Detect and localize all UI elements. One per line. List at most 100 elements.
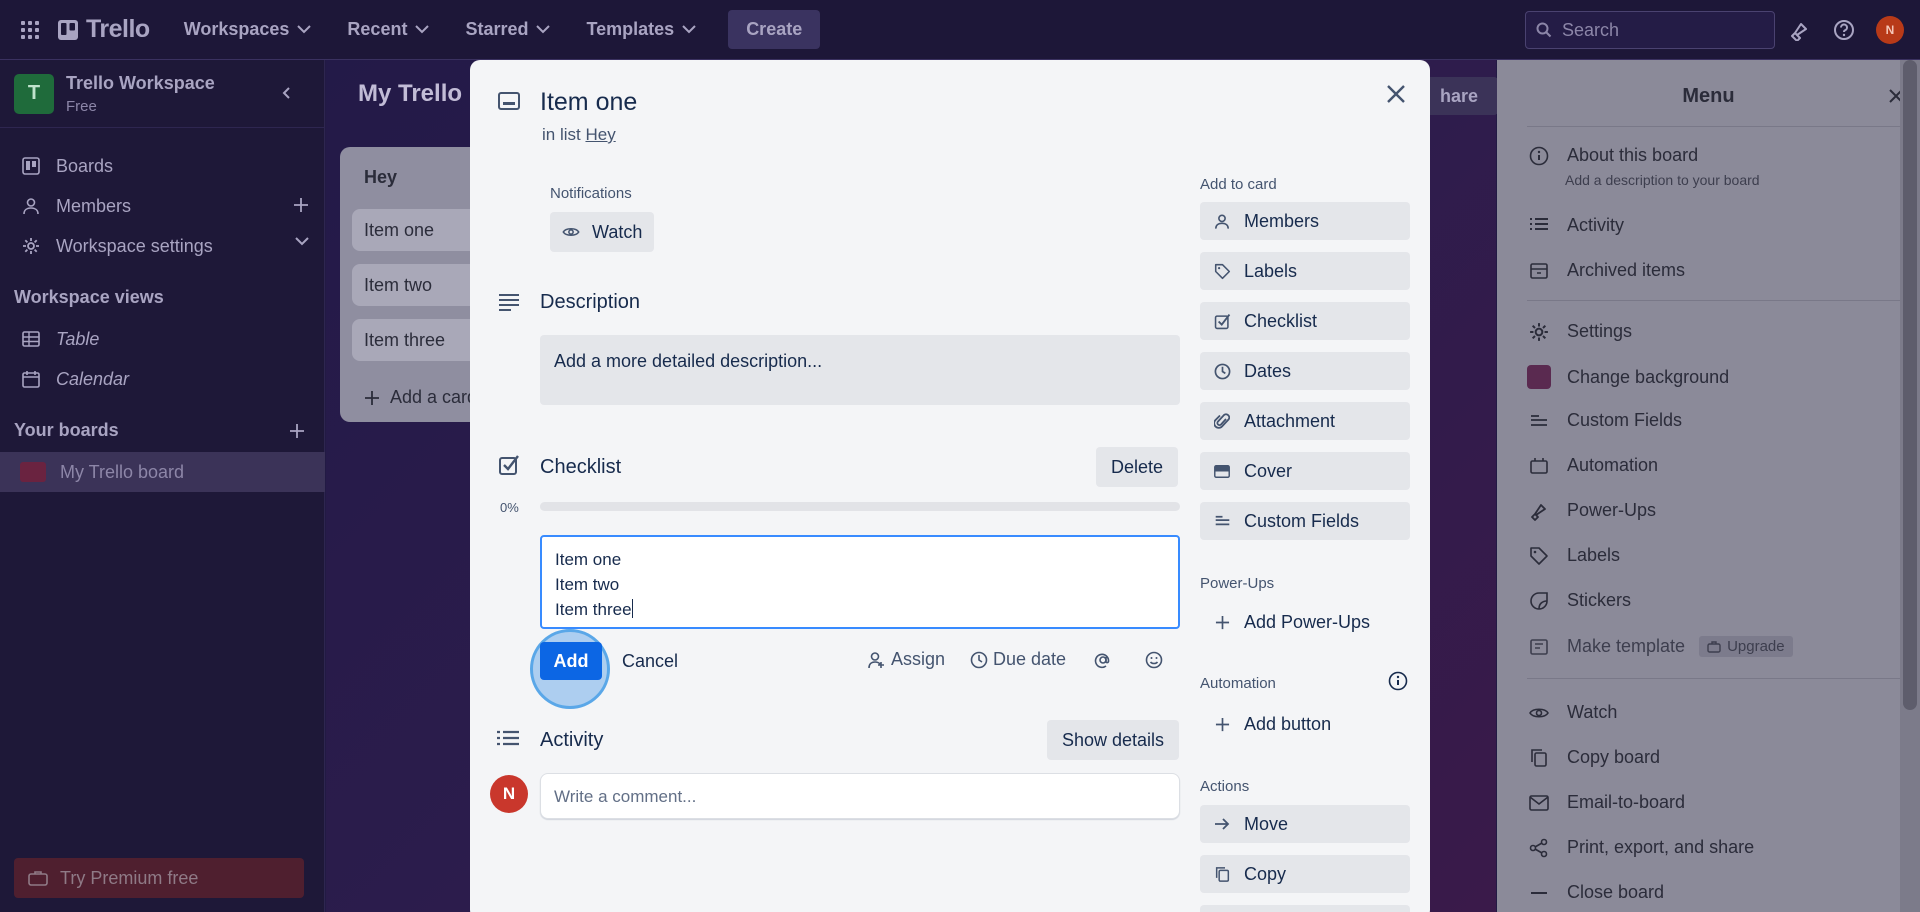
menu-item-power-ups[interactable]: Power-Ups [1527, 500, 1656, 521]
copy-card-button[interactable]: Copy [1200, 855, 1410, 893]
menu-item-activity[interactable]: Activity [1527, 215, 1624, 236]
sidebar-item-workspace-settings[interactable]: Workspace settings [0, 227, 325, 265]
menu-item-label: Activity [1567, 215, 1625, 235]
assign-button[interactable]: Assign [868, 649, 945, 670]
eye-icon [1529, 707, 1549, 718]
checklist-heading[interactable]: Checklist [540, 456, 621, 479]
tag-icon [1214, 263, 1230, 279]
close-icon[interactable] [1386, 84, 1406, 104]
workspace-views-heading: Workspace views [14, 287, 164, 307]
show-details-button[interactable]: Show details [1047, 720, 1179, 760]
menu-item-watch[interactable]: Watch [1527, 702, 1617, 723]
menu-item-make-template[interactable]: Make template Upgrade [1527, 636, 1793, 657]
sidebar-item-boards[interactable]: Boards [0, 147, 325, 185]
copy-icon [1215, 866, 1229, 882]
mention-icon[interactable] [1094, 651, 1112, 669]
nav-workspaces[interactable]: Workspaces [172, 11, 324, 48]
add-cover-button[interactable]: Cover [1200, 452, 1410, 490]
more-actions-button[interactable] [1200, 905, 1410, 912]
chevron-down-icon [536, 25, 551, 34]
nav-recent[interactable]: Recent [335, 11, 441, 48]
menu-scrollbar-thumb[interactable] [1903, 60, 1917, 710]
add-member-plus-icon[interactable] [293, 197, 309, 213]
add-dates-button[interactable]: Dates [1200, 352, 1410, 390]
menu-item-settings[interactable]: Settings [1527, 321, 1632, 342]
add-attachment-label: Attachment [1244, 410, 1336, 431]
sidebar-board-my-trello-board[interactable]: My Trello board [0, 452, 325, 492]
app-switcher-icon[interactable] [16, 16, 44, 44]
in-list-prefix: in list [542, 125, 581, 144]
sidebar-item-members[interactable]: Members [0, 187, 325, 225]
add-automation-button[interactable]: Add button [1200, 705, 1410, 743]
menu-item-labels[interactable]: Labels [1527, 545, 1620, 566]
menu-item-custom-fields[interactable]: Custom Fields [1527, 410, 1682, 431]
menu-item-automation[interactable]: Automation [1527, 455, 1658, 476]
try-premium-button[interactable]: Try Premium free [14, 858, 304, 898]
checklist-item-input[interactable]: Item one Item two Item three [540, 535, 1180, 629]
nav-starred[interactable]: Starred [453, 11, 562, 48]
emoji-icon[interactable] [1145, 651, 1163, 669]
collapse-sidebar-icon[interactable] [280, 86, 294, 100]
gear-icon [23, 238, 39, 254]
menu-item-copy-board[interactable]: Copy board [1527, 747, 1660, 768]
card-title[interactable]: Item one [540, 88, 637, 117]
menu-item-print-export-share[interactable]: Print, export, and share [1527, 837, 1754, 858]
custom-fields-icon [1531, 414, 1547, 426]
add-checklist-button[interactable]: Checklist [1200, 302, 1410, 340]
description-field[interactable]: Add a more detailed description... [540, 335, 1180, 405]
create-board-plus-icon[interactable] [289, 423, 305, 439]
automation-heading: Automation [1200, 675, 1276, 692]
menu-item-email-to-board[interactable]: Email-to-board [1527, 792, 1685, 813]
user-avatar[interactable]: N [1876, 16, 1904, 44]
eye-icon [562, 228, 580, 236]
plus-icon [1215, 717, 1229, 731]
cover-icon [1214, 464, 1230, 478]
menu-title: Menu [1682, 85, 1735, 107]
search-input[interactable]: Search [1525, 11, 1775, 49]
plus-icon [1215, 615, 1229, 629]
create-button[interactable]: Create [728, 10, 821, 49]
add-custom-fields-button[interactable]: Custom Fields [1200, 502, 1410, 540]
menu-item-label: Custom Fields [1567, 410, 1683, 430]
nav-label: Recent [347, 19, 408, 39]
add-attachment-button[interactable]: Attachment [1200, 402, 1410, 440]
upgrade-badge[interactable]: Upgrade [1699, 636, 1793, 657]
list-link[interactable]: Hey [585, 125, 615, 144]
move-card-button[interactable]: Move [1200, 805, 1410, 843]
workspace-header[interactable]: T Trello Workspace Free [0, 60, 324, 128]
rocket-icon [1531, 503, 1546, 521]
sidebar-item-table[interactable]: Table [0, 320, 325, 358]
add-card-button[interactable]: Add a card [364, 387, 477, 408]
board-title[interactable]: My Trello b [358, 80, 483, 108]
automation-icon [1530, 457, 1548, 474]
menu-item-archived[interactable]: Archived items [1527, 260, 1685, 281]
list-title[interactable]: Hey [364, 167, 397, 188]
trello-logo[interactable]: Trello [58, 15, 150, 44]
menu-item-close-board[interactable]: Close board [1527, 882, 1664, 903]
add-members-button[interactable]: Members [1200, 202, 1410, 240]
menu-item-change-background[interactable]: Change background [1527, 365, 1729, 389]
add-power-ups-button[interactable]: Add Power-Ups [1200, 603, 1410, 641]
delete-checklist-button[interactable]: Delete [1096, 447, 1178, 487]
menu-item-stickers[interactable]: Stickers [1527, 590, 1631, 611]
logo-text: Trello [86, 15, 150, 43]
add-labels-button[interactable]: Labels [1200, 252, 1410, 290]
sidebar-item-calendar[interactable]: Calendar [0, 360, 325, 398]
nav-templates[interactable]: Templates [574, 11, 708, 48]
due-date-label: Due date [993, 649, 1067, 669]
minus-icon [1531, 891, 1547, 894]
comment-author-avatar: N [490, 775, 528, 813]
notifications-icon[interactable] [1788, 19, 1810, 41]
menu-divider [1527, 126, 1907, 127]
actions-heading: Actions [1200, 778, 1250, 795]
info-icon[interactable] [1388, 671, 1408, 691]
add-checklist-item-button[interactable]: Add [540, 642, 602, 680]
trello-board-icon [22, 157, 40, 175]
due-date-button[interactable]: Due date [970, 649, 1066, 670]
watch-button[interactable]: Watch [550, 212, 654, 252]
cancel-button[interactable]: Cancel [622, 651, 678, 672]
comment-input[interactable]: Write a comment... [540, 773, 1180, 819]
help-icon[interactable] [1833, 19, 1855, 41]
menu-item-about[interactable]: About this board [1527, 145, 1698, 166]
info-icon [1529, 146, 1549, 165]
